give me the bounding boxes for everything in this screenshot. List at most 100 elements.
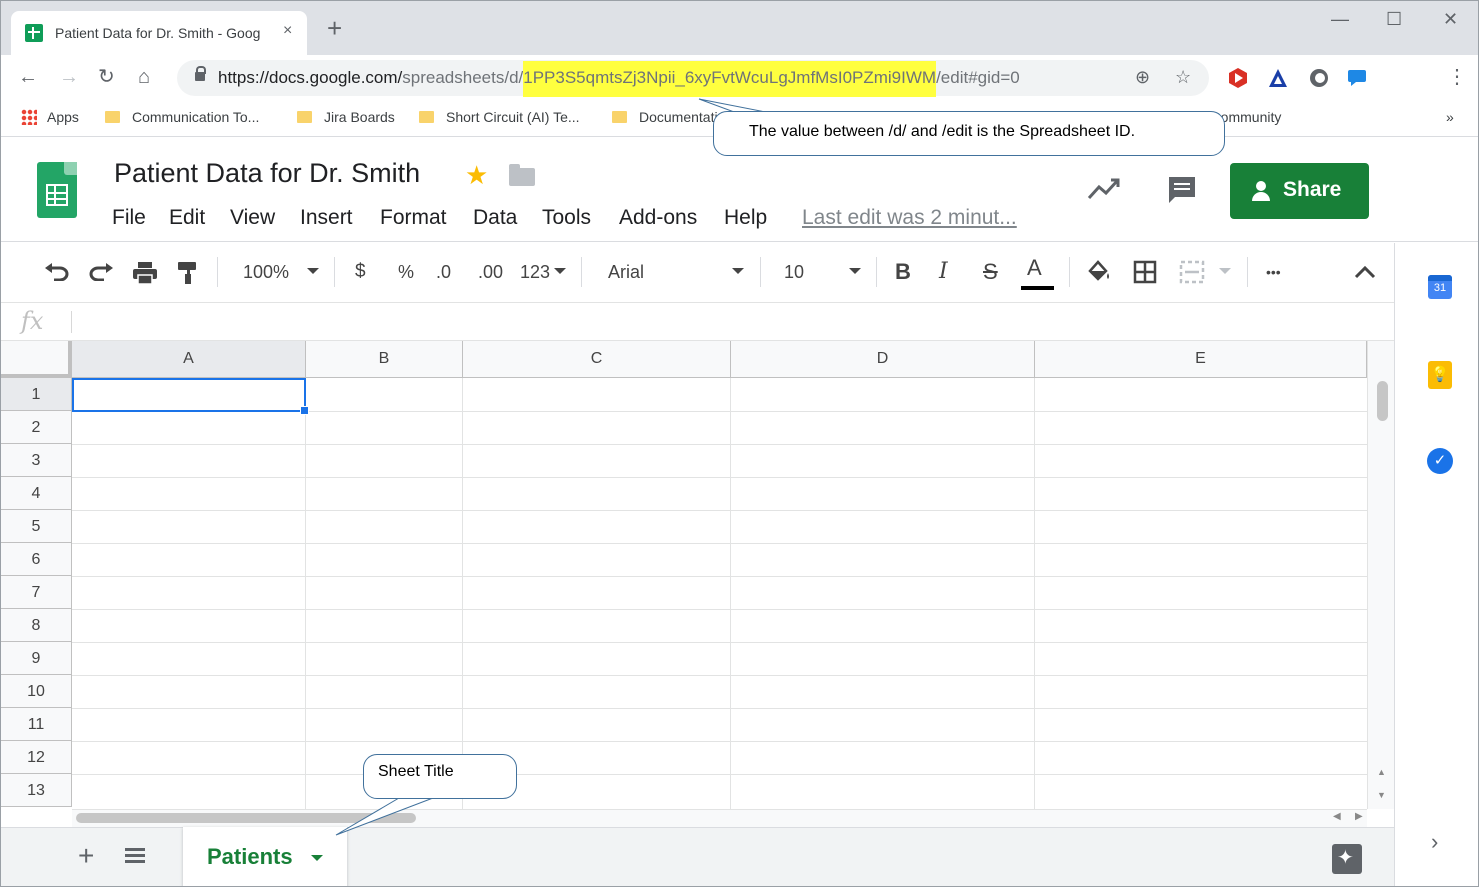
horizontal-scrollbar[interactable] bbox=[72, 809, 1367, 827]
activity-dashboard-icon[interactable] bbox=[1087, 176, 1121, 202]
row-header-10[interactable]: 10 bbox=[1, 675, 72, 708]
bookmark-star-icon[interactable]: ☆ bbox=[1175, 67, 1191, 88]
browser-tab[interactable]: Patient Data for Dr. Smith - Goog × bbox=[11, 11, 307, 55]
sheet-tab-menu-arrow-icon[interactable] bbox=[311, 855, 323, 861]
menu-insert[interactable]: Insert bbox=[300, 206, 353, 230]
column-header-b[interactable]: B bbox=[306, 341, 463, 378]
column-header-e[interactable]: E bbox=[1035, 341, 1367, 378]
extension-c-icon[interactable] bbox=[1309, 68, 1329, 88]
row-header-5[interactable]: 5 bbox=[1, 510, 72, 543]
decrease-decimal-button[interactable]: .0 bbox=[436, 259, 451, 285]
font-size-select[interactable]: 10 bbox=[784, 259, 804, 285]
minimize-window-button[interactable]: — bbox=[1331, 9, 1349, 30]
column-header-c[interactable]: C bbox=[463, 341, 731, 378]
row-header-8[interactable]: 8 bbox=[1, 609, 72, 642]
vertical-scrollbar[interactable]: ▲ ▼ bbox=[1367, 341, 1394, 809]
row-header-12[interactable]: 12 bbox=[1, 741, 72, 774]
zoom-icon[interactable]: ⊕ bbox=[1135, 67, 1150, 88]
row-header-2[interactable]: 2 bbox=[1, 411, 72, 444]
horizontal-scroll-thumb[interactable] bbox=[76, 813, 416, 823]
row-header-13[interactable]: 13 bbox=[1, 774, 72, 807]
redo-icon[interactable] bbox=[88, 263, 114, 281]
extension-chat-icon[interactable] bbox=[1347, 68, 1367, 88]
sheet-tab-patients[interactable]: Patients bbox=[183, 827, 347, 886]
address-bar[interactable]: https://docs.google.com/spreadsheets/d/1… bbox=[177, 60, 1209, 97]
bookmarks-overflow-button[interactable]: » bbox=[1446, 109, 1454, 125]
comments-icon[interactable] bbox=[1166, 174, 1198, 206]
print-icon[interactable] bbox=[132, 261, 158, 285]
row-header-4[interactable]: 4 bbox=[1, 477, 72, 510]
bookmark-jira[interactable]: Jira Boards bbox=[297, 109, 395, 125]
scroll-down-arrow-icon[interactable]: ▼ bbox=[1377, 790, 1386, 800]
vertical-scroll-thumb[interactable] bbox=[1377, 381, 1388, 421]
font-size-arrow-icon[interactable] bbox=[849, 259, 861, 285]
scroll-left-arrow-icon[interactable]: ◀ bbox=[1333, 811, 1341, 822]
menu-data[interactable]: Data bbox=[473, 206, 517, 230]
select-all-corner[interactable] bbox=[1, 341, 72, 378]
forward-icon[interactable]: → bbox=[59, 65, 79, 89]
close-window-button[interactable]: ✕ bbox=[1443, 9, 1458, 30]
calendar-icon[interactable]: 31 bbox=[1428, 275, 1452, 299]
new-tab-button[interactable]: + bbox=[327, 15, 342, 41]
bookmark-communication[interactable]: Communication To... bbox=[105, 109, 259, 125]
column-header-d[interactable]: D bbox=[731, 341, 1035, 378]
menu-view[interactable]: View bbox=[230, 206, 275, 230]
menu-edit[interactable]: Edit bbox=[169, 206, 205, 230]
text-color-button[interactable]: A bbox=[1027, 255, 1042, 281]
italic-button[interactable]: I bbox=[939, 259, 948, 285]
menu-file[interactable]: File bbox=[112, 206, 146, 230]
row-header-7[interactable]: 7 bbox=[1, 576, 72, 609]
last-edit-link[interactable]: Last edit was 2 minut... bbox=[802, 206, 1017, 230]
borders-icon[interactable] bbox=[1133, 260, 1157, 284]
row-header-3[interactable]: 3 bbox=[1, 444, 72, 477]
currency-format-button[interactable]: $ bbox=[355, 259, 366, 285]
font-family-select[interactable]: Arial bbox=[608, 259, 644, 285]
zoom-select[interactable]: 100% bbox=[243, 259, 289, 285]
active-cell-a1[interactable] bbox=[72, 378, 309, 415]
menu-tools[interactable]: Tools bbox=[542, 206, 591, 230]
back-icon[interactable]: ← bbox=[18, 65, 38, 89]
menu-help[interactable]: Help bbox=[724, 206, 767, 230]
increase-decimal-button[interactable]: .00 bbox=[478, 259, 503, 285]
row-header-1[interactable]: 1 bbox=[1, 378, 72, 411]
row-header-11[interactable]: 11 bbox=[1, 708, 72, 741]
column-header-a[interactable]: A bbox=[72, 341, 306, 378]
collapse-menus-chevron-up-icon[interactable] bbox=[1354, 265, 1376, 279]
bookmark-apps[interactable]: Apps bbox=[21, 109, 79, 125]
share-button[interactable]: Share bbox=[1230, 163, 1369, 219]
reload-icon[interactable]: ↻ bbox=[98, 65, 115, 89]
tasks-check-icon[interactable]: ✓ bbox=[1427, 448, 1453, 474]
url-text[interactable]: https://docs.google.com/spreadsheets/d/1… bbox=[218, 61, 1020, 97]
more-toolbar-button[interactable]: ••• bbox=[1266, 259, 1281, 285]
merge-cells-icon[interactable] bbox=[1179, 260, 1205, 284]
sheets-logo-icon[interactable] bbox=[37, 162, 77, 218]
zoom-dropdown-arrow-icon[interactable] bbox=[307, 259, 319, 285]
scroll-up-arrow-icon[interactable]: ▲ bbox=[1377, 767, 1386, 777]
extension-triangle-icon[interactable] bbox=[1268, 68, 1288, 88]
paint-format-icon[interactable] bbox=[177, 261, 199, 285]
fill-color-icon[interactable] bbox=[1086, 259, 1112, 283]
expand-panel-chevron-icon[interactable]: › bbox=[1431, 829, 1438, 855]
move-folder-icon[interactable] bbox=[509, 164, 535, 186]
menu-format[interactable]: Format bbox=[380, 206, 447, 230]
chrome-menu-icon[interactable]: ⋮ bbox=[1447, 65, 1467, 89]
spreadsheet-grid[interactable]: A B C D E 1 2 3 4 5 6 7 8 9 10 11 12 13 bbox=[1, 341, 1394, 809]
close-tab-icon[interactable]: × bbox=[283, 22, 292, 40]
bold-button[interactable]: B bbox=[895, 259, 911, 285]
font-dropdown-arrow-icon[interactable] bbox=[732, 259, 744, 285]
star-icon[interactable]: ★ bbox=[465, 160, 488, 191]
keep-lightbulb-icon[interactable]: 💡 bbox=[1428, 361, 1452, 389]
undo-icon[interactable] bbox=[44, 263, 70, 281]
row-header-9[interactable]: 9 bbox=[1, 642, 72, 675]
bookmark-short-circuit[interactable]: Short Circuit (AI) Te... bbox=[419, 109, 580, 125]
all-sheets-menu-icon[interactable] bbox=[125, 848, 145, 864]
maximize-window-button[interactable]: ☐ bbox=[1386, 9, 1402, 30]
add-sheet-button[interactable]: + bbox=[78, 842, 94, 870]
more-formats-button[interactable]: 123 bbox=[520, 259, 550, 285]
percent-format-button[interactable]: % bbox=[398, 259, 414, 285]
row-header-6[interactable]: 6 bbox=[1, 543, 72, 576]
more-formats-arrow-icon[interactable] bbox=[554, 259, 566, 285]
strikethrough-button[interactable]: S bbox=[983, 259, 998, 285]
home-icon[interactable]: ⌂ bbox=[138, 65, 150, 89]
document-title[interactable]: Patient Data for Dr. Smith bbox=[114, 158, 420, 189]
